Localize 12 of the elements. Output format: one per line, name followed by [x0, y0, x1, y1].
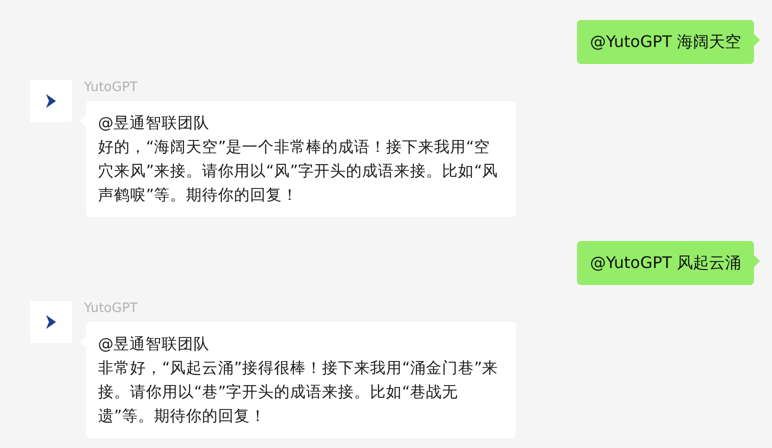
- bot-avatar[interactable]: [30, 80, 72, 122]
- sender-name: YutoGPT: [84, 80, 139, 96]
- message-text: 非常好，“风起云涌”接得很棒！接下来我用“涌金门巷”来接。请你用以“巷”字开头的成语来接。比如“巷战无遗”等。期待你的回复！: [98, 358, 500, 427]
- sender-name: YutoGPT: [84, 301, 139, 317]
- bot-avatar[interactable]: [30, 301, 72, 343]
- bubble-tail: [754, 34, 760, 46]
- mention-text: @昱通智联团队: [98, 334, 210, 355]
- bubble-tail: [754, 255, 760, 267]
- chevron-icon: [45, 94, 57, 108]
- chevron-icon: [45, 315, 57, 329]
- message-text: 好的，“海阔天空”是一个非常棒的成语！接下来我用“空穴来风”来接。请你用以“风”字开头的成语来接。比如“风声鹤唳”等。期待你的回复！: [98, 137, 500, 206]
- mention-text: @昱通智联团队: [98, 113, 210, 134]
